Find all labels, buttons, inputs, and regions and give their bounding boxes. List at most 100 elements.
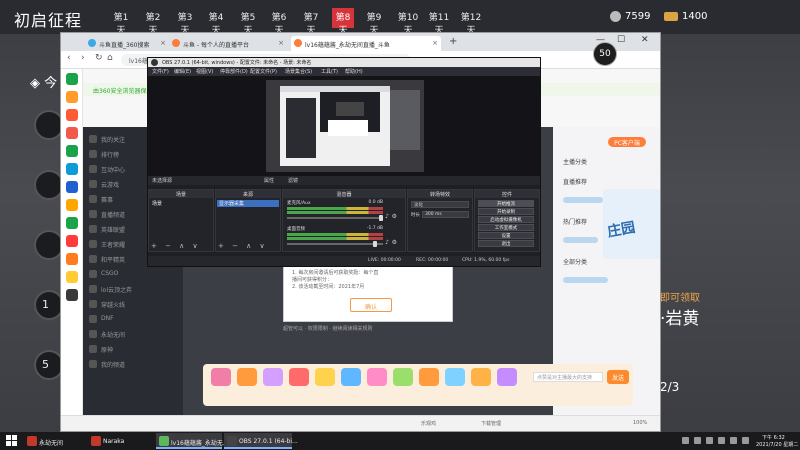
sidebar-app-icon[interactable] <box>66 73 78 85</box>
menu-view[interactable]: 视图(V) <box>196 68 213 75</box>
zoom-level[interactable]: 100% <box>633 420 647 426</box>
menu-edit[interactable]: 编辑(E) <box>174 68 191 75</box>
close-icon[interactable]: × <box>278 39 284 47</box>
nav-item[interactable]: CSGO <box>101 270 118 277</box>
sidebar-app-icon[interactable] <box>66 271 78 283</box>
sidebar-app-icon[interactable] <box>66 217 78 229</box>
gift-icon[interactable] <box>393 368 413 386</box>
gear-icon[interactable]: ⚙ <box>392 213 397 220</box>
transition-select[interactable]: 淡化 <box>411 201 469 208</box>
volume-fader[interactable] <box>287 215 383 221</box>
menu-docks[interactable]: 停靠部件(D) <box>220 68 248 75</box>
sidebar-app-icon[interactable] <box>66 145 78 157</box>
studio-mode-button[interactable]: 工作室模式 <box>478 224 534 231</box>
clock-time[interactable]: 下午 6:32 <box>762 434 785 441</box>
tray-icon[interactable] <box>742 437 749 444</box>
network-icon[interactable] <box>706 437 713 444</box>
gift-icon[interactable] <box>471 368 491 386</box>
sidebar-app-icon[interactable] <box>66 289 78 301</box>
taskbar-app[interactable]: Naraka <box>88 433 152 449</box>
close-icon[interactable]: × <box>160 39 166 47</box>
nav-item[interactable]: 直播频道 <box>101 210 125 219</box>
speaker-icon[interactable]: ♪ <box>385 213 389 220</box>
right-panel-row[interactable]: 全部分类 <box>563 257 587 266</box>
refresh-icon[interactable]: ↻ <box>95 53 103 63</box>
gift-icon[interactable] <box>263 368 283 386</box>
gift-icon[interactable] <box>289 368 309 386</box>
close-window-button[interactable]: ✕ <box>641 35 649 45</box>
source-item[interactable]: 显示器采集 <box>219 200 244 207</box>
day-tab[interactable]: 第2天 <box>142 10 164 36</box>
taskbar-app[interactable]: lv16蕴蕴酱_永劫无... <box>156 433 229 449</box>
sidebar-app-icon[interactable] <box>66 199 78 211</box>
clock-date[interactable]: 2021/7/20 星期二 <box>756 441 798 448</box>
timer-badge[interactable]: 50 <box>593 42 617 66</box>
day-tab[interactable]: 第4天 <box>205 10 227 36</box>
dock-footer-controls[interactable]: + − ∧ ∨ <box>218 242 268 250</box>
nav-item[interactable]: lol云顶之弈 <box>101 285 132 294</box>
back-icon[interactable]: ‹ <box>67 53 71 63</box>
exit-button[interactable]: 退出 <box>478 240 534 247</box>
nav-item[interactable]: 互动中心 <box>101 165 125 174</box>
nav-item[interactable]: 排行榜 <box>101 150 119 159</box>
right-panel-row[interactable]: 主播分类 <box>563 157 587 166</box>
nav-item[interactable]: 赛事 <box>101 195 113 204</box>
sidebar-app-icon[interactable] <box>66 235 78 247</box>
nav-item[interactable]: 永劫无间 <box>101 330 125 339</box>
scene-item[interactable]: 场景 <box>152 200 162 207</box>
tray-icon[interactable] <box>682 437 689 444</box>
day-tab[interactable]: 第11天 <box>426 10 452 36</box>
nav-item[interactable]: 王者荣耀 <box>101 240 125 249</box>
menu-file[interactable]: 文件(F) <box>152 68 169 75</box>
nav-item[interactable]: 和平精英 <box>101 255 125 264</box>
ime-icon[interactable] <box>730 437 737 444</box>
day-tab[interactable]: 第3天 <box>174 10 196 36</box>
nav-item[interactable]: 英雄联盟 <box>101 225 125 234</box>
day-tab[interactable]: 第12天 <box>458 10 484 36</box>
browser-tab[interactable]: 斗鱼直播_360搜索 × <box>85 36 169 51</box>
right-panel-row[interactable]: 热门推荐 <box>563 217 587 226</box>
fader-handle[interactable] <box>379 215 383 221</box>
volume-fader[interactable] <box>287 241 383 247</box>
filters-button[interactable]: 滤镜 <box>288 177 298 184</box>
gift-icon[interactable] <box>497 368 517 386</box>
fader-handle[interactable] <box>373 241 377 247</box>
sidebar-app-icon[interactable] <box>66 109 78 121</box>
nav-item[interactable]: 云游戏 <box>101 180 119 189</box>
start-streaming-button[interactable]: 开始推流 <box>478 200 534 207</box>
nav-item[interactable]: DNF <box>101 315 114 322</box>
sidebar-app-icon[interactable] <box>66 91 78 103</box>
start-recording-button[interactable]: 开始录制 <box>478 208 534 215</box>
menu-profile[interactable]: 配置文件(P) <box>250 68 277 75</box>
sidebar-app-icon[interactable] <box>66 127 78 139</box>
new-tab-button[interactable]: + <box>449 36 457 47</box>
gift-icon[interactable] <box>445 368 465 386</box>
tray-icon[interactable] <box>694 437 701 444</box>
day-tab-active[interactable]: 第8天 <box>332 8 354 36</box>
status-item[interactable]: 乐观鸡 <box>421 420 436 427</box>
volume-icon[interactable] <box>718 437 725 444</box>
home-icon[interactable]: ⌂ <box>107 53 113 63</box>
dock-footer-controls[interactable]: + − ∧ ∨ <box>151 242 201 250</box>
menu-scene-collection[interactable]: 场景集合(S) <box>285 68 312 75</box>
day-tab[interactable]: 第1天 <box>110 10 132 36</box>
gift-icon[interactable] <box>237 368 257 386</box>
sidebar-app-icon[interactable] <box>66 163 78 175</box>
nav-item[interactable]: 我的频道 <box>101 360 125 369</box>
day-tab[interactable]: 第6天 <box>268 10 290 36</box>
day-tab[interactable]: 第10天 <box>395 10 421 36</box>
browser-tab-active[interactable]: lv16蕴蕴酱_永劫无间直播_斗鱼 × <box>291 36 441 51</box>
speaker-icon[interactable]: ♪ <box>385 239 389 246</box>
menu-help[interactable]: 帮助(H) <box>345 68 363 75</box>
virtual-camera-button[interactable]: 启动虚拟摄像机 <box>478 216 534 223</box>
maximize-button[interactable]: ☐ <box>617 35 625 45</box>
gift-icon[interactable] <box>341 368 361 386</box>
forward-icon[interactable]: › <box>81 53 85 63</box>
status-item[interactable]: 下载管理 <box>481 420 501 427</box>
gift-icon[interactable] <box>419 368 439 386</box>
chat-input[interactable]: 点赞是对主播最大的支持 <box>533 372 603 382</box>
sidebar-app-icon[interactable] <box>66 253 78 265</box>
gift-icon[interactable] <box>315 368 335 386</box>
close-icon[interactable]: × <box>432 39 438 47</box>
day-tab[interactable]: 第7天 <box>300 10 322 36</box>
